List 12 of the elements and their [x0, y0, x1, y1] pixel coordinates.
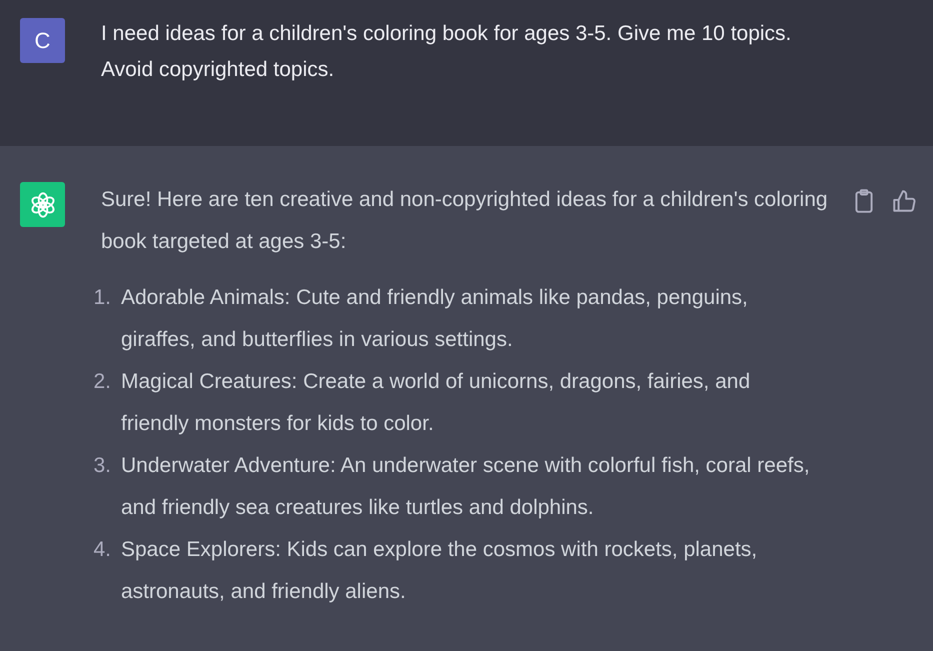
list-number: 3.	[92, 453, 112, 479]
list-number: 4.	[92, 537, 112, 563]
list-item-text: Adorable Animals: Cute and friendly animals like pandas, penguins, giraffes, and butterflies in various settings.	[121, 285, 749, 353]
list-number: 2.	[92, 369, 112, 395]
reply-text: Sure! Here are ten creative and non-copyrighted ideas for a children's coloring book targeted at ages 3-5:	[101, 187, 829, 255]
list-item-text: Underwater Adventure: An underwater scene with colorful fish, coral reefs, and friendly sea creatures like turtles and dolphins.	[121, 453, 811, 521]
list-item-text: Magical Creatures: Create a world of unicorns, dragons, fairies, and friendly monsters for kids to color.	[121, 369, 752, 437]
list-item-text: Space Explorers: Kids can explore the cosmos with rockets, planets, astronauts, and friendly aliens.	[121, 537, 758, 605]
user-avatar: C	[20, 18, 65, 63]
prompt-text: I need ideas for a children's coloring book for ages 3-5. Give me 10 topics. Avoid copyrighted topics.	[101, 21, 792, 83]
thumbs-up-icon[interactable]	[891, 188, 917, 214]
list-number: 1.	[92, 285, 112, 311]
